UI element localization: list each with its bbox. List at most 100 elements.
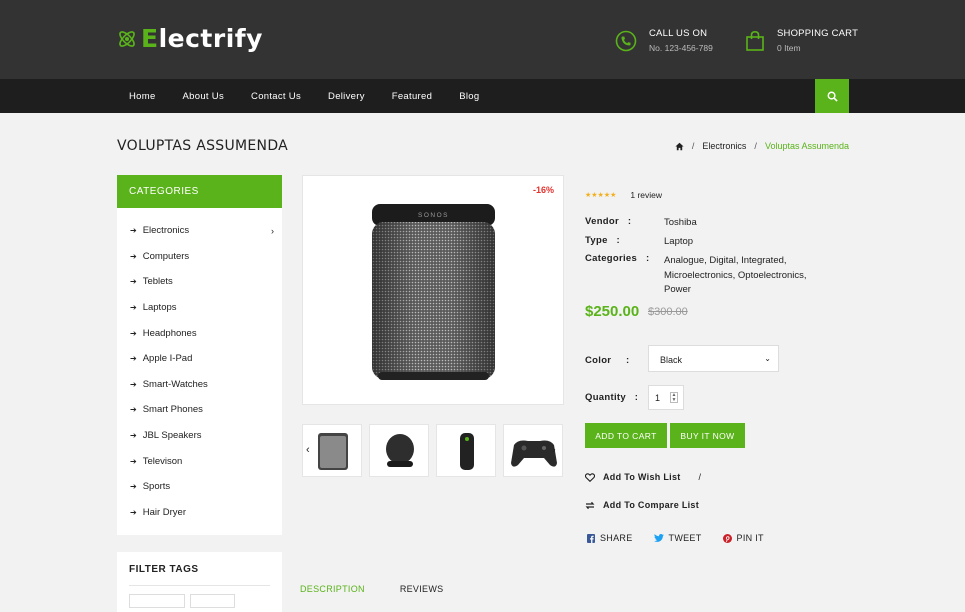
shopping-bag-icon [746, 30, 764, 51]
phone-icon [615, 30, 637, 51]
thumbnail-3[interactable] [436, 424, 496, 477]
share-facebook-button[interactable]: SHARE [587, 533, 633, 543]
nav-blog[interactable]: Blog [459, 91, 479, 102]
search-icon [827, 91, 838, 102]
categories-value[interactable]: Analogue, Digital, Integrated, Microelec… [664, 254, 824, 298]
breadcrumb-electronics[interactable]: Electronics [702, 141, 746, 151]
category-item-teblets[interactable]: ➔ Teblets [117, 269, 282, 295]
buy-now-button[interactable]: BUY IT NOW [670, 423, 745, 448]
nav-contact-us[interactable]: Contact Us [251, 91, 301, 102]
color-select-value: Black [660, 355, 683, 365]
nav-featured[interactable]: Featured [392, 91, 432, 102]
type-value[interactable]: Laptop [664, 235, 824, 250]
arrow-right-icon: ➔ [130, 251, 137, 261]
arrow-right-icon: ➔ [130, 226, 137, 236]
category-item-sports[interactable]: ➔ Sports [117, 474, 282, 500]
chevron-right-icon: › [271, 225, 274, 236]
review-count[interactable]: 1 review [630, 190, 662, 200]
product-price: $250.00 [585, 303, 640, 320]
call-us-block[interactable]: CALL US ON No. 123-456-789 [615, 28, 713, 53]
shopping-cart-title: SHOPPING CART [777, 28, 859, 39]
arrow-right-icon: ➔ [130, 277, 137, 287]
social-share: SHARE TWEET PIN IT [587, 533, 785, 543]
spinner-icon[interactable]: ▲ ▼ [670, 392, 678, 403]
filter-tag[interactable] [129, 594, 185, 608]
arrow-right-icon: ➔ [130, 405, 137, 415]
top-header: Electrify CALL US ON No. 123-456-789 SHO… [0, 0, 965, 79]
nav-about-us[interactable]: About Us [183, 91, 224, 102]
category-list: ➔ Electronics › ➔ Computers ➔ Teblets ➔ Lapto… [117, 208, 282, 525]
compare-icon [585, 501, 595, 509]
add-to-wishlist-link[interactable]: Add To Wish List / [585, 472, 701, 482]
star-rating-icon: ★★★★★ [585, 192, 617, 199]
carousel-prev-button[interactable]: ‹ [306, 444, 310, 456]
thumbnail-2[interactable] [369, 424, 429, 477]
heart-icon [585, 472, 595, 482]
speaker-brand-text: SONOS [418, 212, 449, 219]
category-item-televison[interactable]: ➔ Televison [117, 448, 282, 474]
thumbnail-1[interactable] [302, 424, 362, 477]
facebook-icon [587, 533, 595, 543]
category-item-apple-ipad[interactable]: ➔ Apple I-Pad [117, 346, 282, 372]
share-twitter-button[interactable]: TWEET [653, 533, 702, 543]
category-item-jbl-speakers[interactable]: ➔ JBL Speakers [117, 423, 282, 449]
twitter-icon [653, 534, 664, 542]
speaker-image: SONOS [372, 204, 495, 380]
product-rating: ★★★★★ 1 review [585, 190, 662, 200]
arrow-right-icon: ➔ [130, 328, 137, 338]
quantity-stepper[interactable]: 1 ▲ ▼ [648, 385, 684, 410]
search-button[interactable] [815, 79, 849, 113]
pinterest-icon [722, 533, 732, 543]
discount-badge: -16% [532, 185, 554, 195]
category-item-smart-watches[interactable]: ➔ Smart-Watches [117, 372, 282, 398]
arrow-right-icon: ➔ [130, 507, 137, 517]
carousel-next-button[interactable]: › [552, 444, 556, 456]
atom-icon [119, 30, 135, 47]
page-title: VOLUPTAS ASSUMENDA [117, 138, 289, 154]
breadcrumb-separator: / [754, 141, 757, 151]
thumbnail-carousel: ‹ › [302, 424, 564, 478]
category-item-electronics[interactable]: ➔ Electronics › [117, 218, 282, 244]
category-item-computers[interactable]: ➔ Computers [117, 244, 282, 270]
arrow-right-icon: ➔ [130, 303, 137, 313]
color-label: Color : [585, 355, 630, 366]
nav-delivery[interactable]: Delivery [328, 91, 365, 102]
quantity-value: 1 [655, 393, 661, 403]
home-icon[interactable] [675, 142, 684, 151]
breadcrumb: / Electronics / Voluptas Assumenda [675, 141, 849, 151]
call-us-title: CALL US ON [649, 28, 708, 39]
arrow-right-icon: ➔ [130, 456, 137, 466]
product-tabs: DESCRIPTION REVIEWS [300, 584, 478, 594]
breadcrumb-current: Voluptas Assumenda [764, 141, 849, 151]
call-us-number: No. 123-456-789 [649, 43, 713, 53]
chevron-down-icon: ⌄ [764, 354, 771, 363]
arrow-right-icon: ➔ [130, 354, 137, 364]
filter-tag[interactable] [190, 594, 235, 608]
quantity-label: Quantity : [585, 392, 639, 403]
product-main-image[interactable]: -16% SONOS [302, 175, 564, 405]
divider [129, 585, 270, 586]
categories-panel: CATEGORIES ➔ Electronics › ➔ Computers ➔ Teb… [117, 175, 282, 535]
logo-text: Electrify [141, 24, 263, 53]
shopping-cart-block[interactable]: SHOPPING CART 0 Item [745, 28, 858, 53]
nav-home[interactable]: Home [129, 91, 156, 102]
tab-reviews[interactable]: REVIEWS [400, 584, 444, 594]
add-to-cart-button[interactable]: ADD TO CART [585, 423, 667, 448]
vendor-value[interactable]: Toshiba [664, 216, 824, 231]
vendor-label: Vendor [585, 216, 620, 227]
type-label: Type [585, 235, 608, 246]
filter-tags-panel: FILTER TAGS [117, 552, 282, 612]
category-item-laptops[interactable]: ➔ Laptops [117, 295, 282, 321]
category-item-headphones[interactable]: ➔ Headphones [117, 320, 282, 346]
logo[interactable]: Electrify [116, 24, 263, 53]
arrow-right-icon: ➔ [130, 431, 137, 441]
arrow-right-icon: ➔ [130, 482, 137, 492]
tab-description[interactable]: DESCRIPTION [300, 584, 365, 594]
category-item-smart-phones[interactable]: ➔ Smart Phones [117, 397, 282, 423]
color-select[interactable]: Black ⌄ [648, 345, 779, 372]
share-pinterest-button[interactable]: PIN IT [722, 533, 764, 543]
category-item-hair-dryer[interactable]: ➔ Hair Dryer [117, 500, 282, 526]
filter-tags-title: FILTER TAGS [129, 564, 199, 575]
add-to-compare-link[interactable]: Add To Compare List [585, 500, 699, 510]
product-old-price: $300.00 [648, 306, 688, 318]
